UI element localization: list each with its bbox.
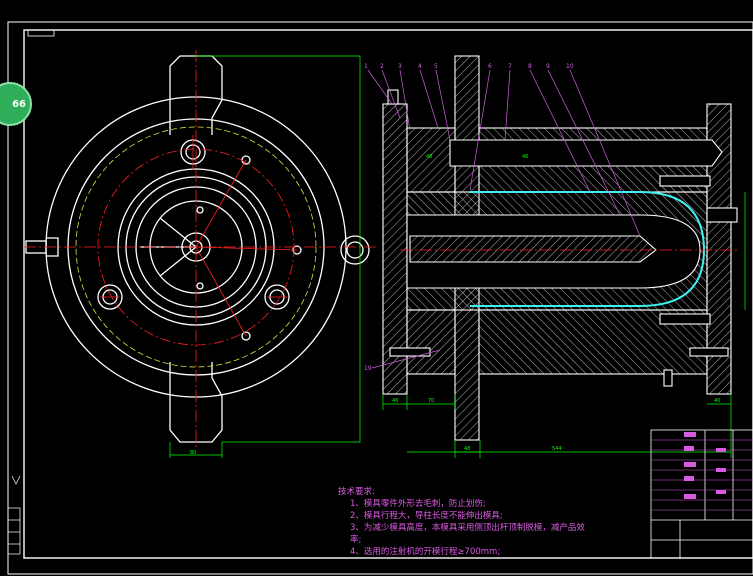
title-block-rows <box>651 439 753 511</box>
dim-b1: 46 <box>392 398 398 404</box>
tech-note-2: 2、模具行程大，导柱长度不能伸出模具; <box>350 511 503 521</box>
balloon-8: 8 <box>528 63 532 70</box>
balloon-6: 6 <box>488 63 492 70</box>
balloon-4: 4 <box>418 63 422 70</box>
balloon-3: 3 <box>398 63 402 70</box>
dim-v2: 46 <box>522 154 528 160</box>
balloon-1: 1 <box>364 63 368 70</box>
dim-b4: 40 <box>714 398 720 404</box>
balloon-9: 9 <box>546 63 550 70</box>
dim-v1: 48 <box>426 154 432 160</box>
section-view <box>382 55 738 441</box>
corner-mark <box>27 29 55 37</box>
balloon-19: 19 <box>364 365 372 372</box>
dim-b2: 70 <box>428 398 434 404</box>
tech-notes-title: 技术要求: <box>338 487 375 497</box>
balloon-7: 7 <box>508 63 512 70</box>
balloon-2: 2 <box>380 63 384 70</box>
tech-note-4: 4、选用的注射机的开模行程≥700mm; <box>350 547 501 557</box>
tech-note-3: 3、为减少模具高度，本模具采用侧顶出杆顶制脱模，减产品效 <box>350 523 585 533</box>
dim-total: 544 <box>552 446 562 452</box>
dim-b3: 48 <box>464 446 470 452</box>
corner-symbols <box>7 475 21 555</box>
tech-note-3b: 率; <box>350 535 362 545</box>
balloon-10: 10 <box>566 63 574 70</box>
cad-drawing: 80 1 2 3 4 5 6 7 8 9 10 19 46 70 48 544 … <box>7 21 753 575</box>
tech-note-1: 1、模具零件外形去毛刺，防止划伤; <box>350 499 486 509</box>
title-block <box>650 429 753 559</box>
dim-left-width: 80 <box>190 450 196 456</box>
balloon-5: 5 <box>434 63 438 70</box>
